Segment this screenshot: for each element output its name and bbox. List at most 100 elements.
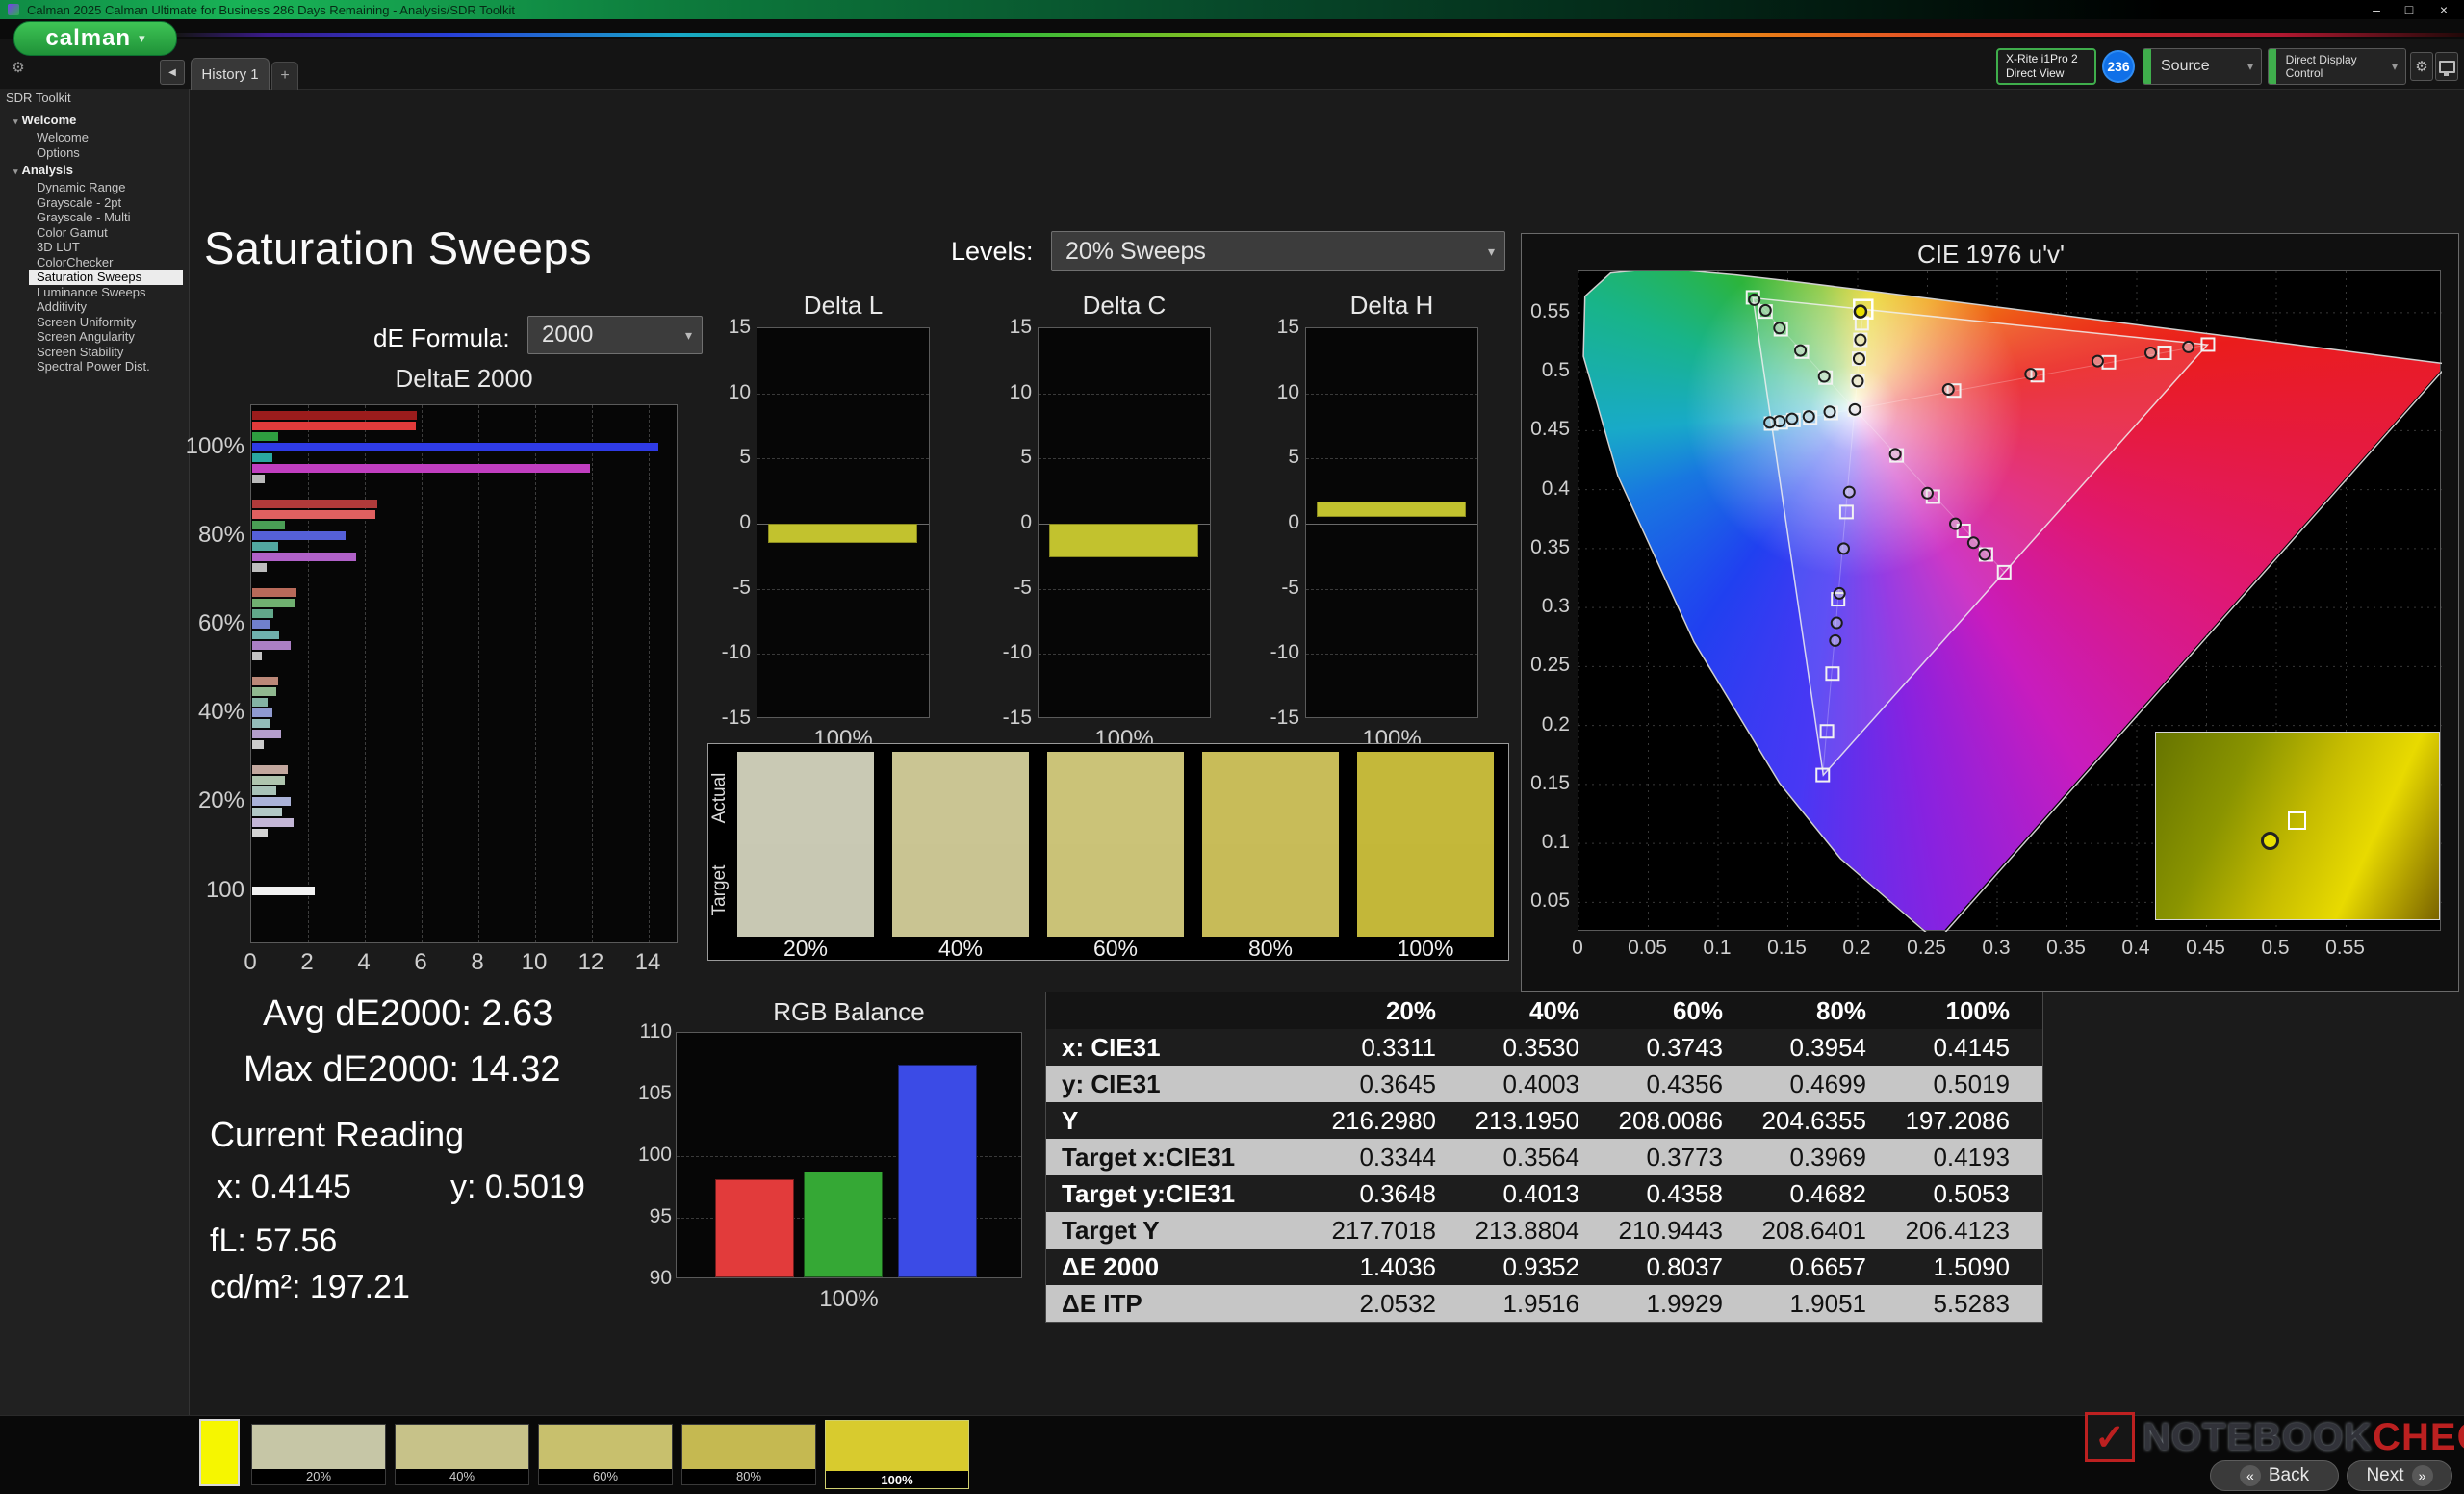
- table-header-40%: 40%: [1469, 992, 1612, 1029]
- sidebar-item-grayscale-2pt[interactable]: Grayscale - 2pt: [0, 195, 189, 211]
- cie-zoom-inset: [2155, 732, 2440, 920]
- sidebar: SDR Toolkit ▾WelcomeWelcomeOptions▾Analy…: [0, 89, 190, 1415]
- table-header-100%: 100%: [1899, 992, 2042, 1029]
- deltae-gridline: [422, 405, 423, 942]
- cie-y-tick: 0.55: [1530, 300, 1570, 323]
- deltae-bar: [252, 432, 278, 441]
- settings-button[interactable]: ⚙: [2410, 52, 2433, 81]
- levels-dropdown[interactable]: 20% Sweeps ▾: [1051, 231, 1505, 271]
- minimize-button[interactable]: –: [2364, 0, 2389, 19]
- sidebar-item-grayscale-multi[interactable]: Grayscale - Multi: [0, 210, 189, 225]
- deltae-group-label: 80%: [198, 522, 244, 549]
- cie-chart: CIE 1976 u'v' 0.550.50.450.40.350.30.250…: [1521, 233, 2459, 992]
- table-cell: 0.4145: [1899, 1029, 2042, 1066]
- reading-x: x: 0.4145: [217, 1169, 351, 1206]
- swatch-level-label: 60%: [1047, 936, 1184, 962]
- deltae-x-tick: 12: [578, 949, 604, 976]
- patch-color: [539, 1425, 672, 1469]
- sidebar-item-screen-uniformity[interactable]: Screen Uniformity: [0, 315, 189, 330]
- measurement-count-badge[interactable]: 236: [2102, 50, 2135, 83]
- rgb-balance-title: RGB Balance: [676, 997, 1022, 1027]
- patch-thumb-20%[interactable]: 20%: [251, 1424, 386, 1485]
- tab-history-1[interactable]: History 1: [191, 58, 270, 90]
- patch-thumb-60%[interactable]: 60%: [538, 1424, 673, 1485]
- sidebar-collapse-button[interactable]: ◀: [160, 60, 185, 85]
- delta_h-y-tick: -10: [1270, 641, 1299, 664]
- deltae-bar: [252, 786, 276, 795]
- sidebar-item-3d-lut[interactable]: 3D LUT: [0, 240, 189, 255]
- avg-de2000: Avg dE2000: 2.63: [263, 993, 552, 1035]
- sidebar-item-color-gamut[interactable]: Color Gamut: [0, 225, 189, 241]
- table-cell: 1.5090: [1899, 1249, 2042, 1285]
- saturation-table: 20%40%60%80%100%x: CIE310.33110.35300.37…: [1045, 992, 2043, 1323]
- deltae-bar: [252, 708, 272, 717]
- next-label: Next: [2366, 1465, 2403, 1486]
- sidebar-item-screen-angularity[interactable]: Screen Angularity: [0, 329, 189, 345]
- sidebar-item-saturation-sweeps[interactable]: Saturation Sweeps: [29, 270, 183, 285]
- table-cell: 0.4356: [1612, 1066, 1756, 1102]
- table-row-label: Y: [1046, 1102, 1325, 1139]
- sidebar-section-analysis[interactable]: ▾Analysis: [0, 160, 189, 180]
- window-title: Calman 2025 Calman Ultimate for Business…: [27, 3, 515, 17]
- de-formula-dropdown[interactable]: 2000 ▾: [527, 316, 703, 354]
- table-cell: 0.3530: [1469, 1029, 1612, 1066]
- calman-logo-text: calman: [45, 25, 131, 52]
- deltae-bar: [252, 808, 282, 816]
- display-control-label: Direct Display Control: [2286, 53, 2392, 80]
- patch-thumb-40%[interactable]: 40%: [395, 1424, 529, 1485]
- deltae-bar: [252, 740, 264, 749]
- table-cell: 2.0532: [1325, 1285, 1469, 1322]
- delta_h-y-tick: 15: [1277, 316, 1299, 339]
- cie-x-tick: 0.15: [1767, 937, 1807, 960]
- sidebar-item-luminance-sweeps[interactable]: Luminance Sweeps: [0, 285, 189, 300]
- sidebar-item-dynamic-range[interactable]: Dynamic Range: [0, 180, 189, 195]
- table-row-label: x: CIE31: [1046, 1029, 1325, 1066]
- sidebar-section-welcome[interactable]: ▾Welcome: [0, 110, 189, 130]
- cie-x-tick: 0.35: [2046, 937, 2086, 960]
- deltae-bar: [252, 510, 375, 519]
- table-cell: 0.4682: [1756, 1175, 1899, 1212]
- delta_c-gridline: [1039, 589, 1210, 590]
- gear-icon[interactable]: ⚙: [8, 58, 29, 79]
- delta_h-gridline: [1306, 394, 1477, 395]
- patch-thumb-80%[interactable]: 80%: [681, 1424, 816, 1485]
- rgb-y-tick: 105: [638, 1082, 672, 1105]
- app-icon: [8, 4, 19, 15]
- sidebar-item-spectral-power-dist-[interactable]: Spectral Power Dist.: [0, 359, 189, 374]
- deltae-gridline: [649, 405, 650, 942]
- delta_h-gridline: [1306, 654, 1477, 655]
- deltae-bar: [252, 422, 416, 430]
- add-tab-button[interactable]: +: [271, 62, 298, 90]
- display-control-dropdown[interactable]: Direct Display Control ▾: [2268, 48, 2406, 85]
- delta_h-y-tick: 10: [1277, 381, 1299, 404]
- sidebar-item-additivity[interactable]: Additivity: [0, 299, 189, 315]
- delta_l-bar: [768, 524, 917, 543]
- table-cell: 0.3564: [1469, 1139, 1612, 1175]
- patch-color: [252, 1425, 385, 1469]
- close-button[interactable]: ×: [2431, 0, 2456, 19]
- meter-button[interactable]: X-Rite i1Pro 2 Direct View: [1996, 48, 2096, 85]
- cie-y-tick: 0.4: [1542, 477, 1570, 501]
- deltae-gridline: [478, 405, 479, 942]
- current-patch[interactable]: [199, 1419, 240, 1486]
- patch-thumb-100%[interactable]: 100%: [825, 1420, 969, 1489]
- delta_c-y-tick: -10: [1003, 641, 1032, 664]
- calman-logo-button[interactable]: calman ▾: [13, 21, 177, 56]
- actual-row-label: Actual: [709, 752, 734, 844]
- source-dropdown[interactable]: Source ▾: [2143, 48, 2262, 85]
- sidebar-item-options[interactable]: Options: [0, 145, 189, 161]
- deltae-bar: [252, 797, 291, 806]
- watermark-text: NOTEBOOKCHECK: [2143, 1416, 2464, 1459]
- maximize-button[interactable]: □: [2397, 0, 2422, 19]
- sidebar-item-welcome[interactable]: Welcome: [0, 130, 189, 145]
- rgb-balance-chart: RGB Balance 1101051009590100%: [616, 993, 1049, 1311]
- deltae-group-label: 40%: [198, 699, 244, 726]
- cie-x-tick: 0.2: [1842, 937, 1870, 960]
- sidebar-item-screen-stability[interactable]: Screen Stability: [0, 345, 189, 360]
- next-chevron-icon: »: [2412, 1465, 2433, 1486]
- table-cell: 208.0086: [1612, 1102, 1756, 1139]
- sidebar-item-colorchecker[interactable]: ColorChecker: [0, 255, 189, 270]
- notebookcheck-logo-icon: ✓: [2085, 1412, 2135, 1462]
- display-button[interactable]: [2435, 52, 2458, 81]
- deltae-bar: [252, 599, 295, 607]
